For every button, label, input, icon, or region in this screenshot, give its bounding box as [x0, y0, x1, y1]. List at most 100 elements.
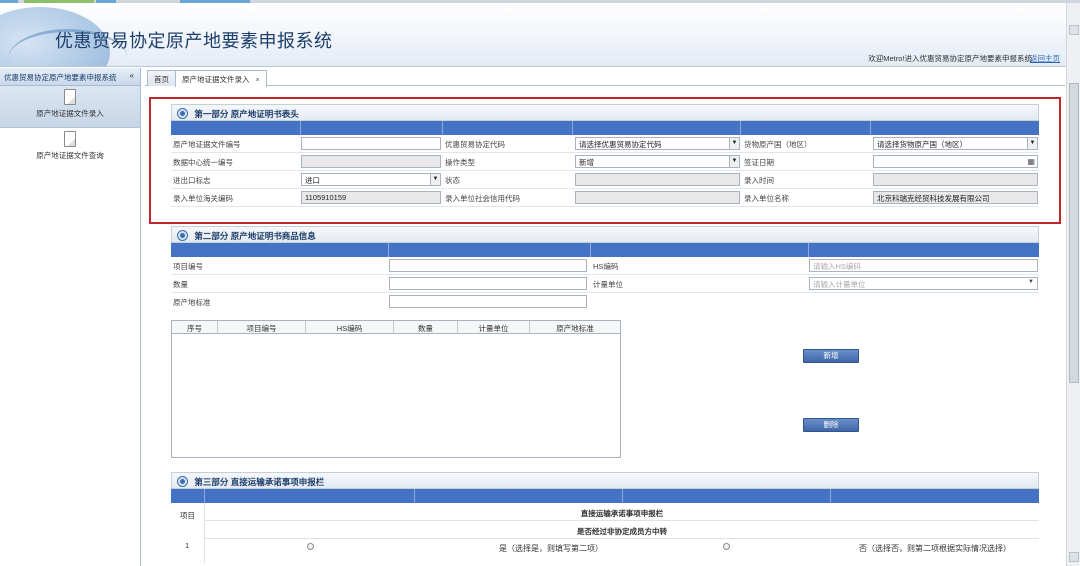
nav-header: 优惠贸易协定原产地要素申报系统 «	[0, 68, 140, 86]
entry-time-input	[873, 173, 1038, 186]
items-table-header: 序号 项目编号 HS编码 数量 计量单位 原产地标准	[172, 321, 620, 334]
unit-select[interactable]: 请输入计量单位 ▼	[809, 277, 1038, 290]
op-type-label: 操作类型	[445, 158, 475, 167]
main-content: 第一部分 原产地证明书表头 原产地证据文件编号 优惠贸易协定代码 请选择优惠贸易…	[145, 87, 1065, 566]
entry-customs-code-value: 1105910159	[305, 193, 347, 202]
part3-section: 第三部分 直接运输承诺事项申报栏 项目 1 直接运输承诺事项申报栏 是否经过非协…	[171, 472, 1039, 566]
quantity-label: 数量	[173, 280, 188, 289]
col-header: 序号	[172, 321, 218, 333]
part2-section: 第二部分 原产地证明书商品信息 项目编号 HS编码 请输入HS编码 数量 计量单…	[171, 226, 1039, 458]
agreement-code-label: 优惠贸易协定代码	[445, 140, 505, 149]
nav-item-cert-query[interactable]: 原产地证据文件查询	[0, 128, 140, 170]
entry-name-value: 北京科瑞克经贸科技发展有限公司	[877, 194, 990, 203]
part1-section: 第一部分 原产地证明书表头 原产地证据文件编号 优惠贸易协定代码 请选择优惠贸易…	[171, 104, 1039, 207]
quantity-input[interactable]	[389, 277, 587, 290]
section-bullet-icon	[178, 231, 187, 240]
ie-flag-label: 进出口标志	[173, 176, 211, 185]
col-header: 原产地标准	[556, 324, 594, 333]
nav-header-label: 优惠贸易协定原产地要素申报系统	[4, 73, 117, 82]
form-row: 进出口标志 进口 ▼ 状态 录入时间	[171, 171, 1039, 189]
part2-column-band	[171, 243, 1039, 257]
form-row: 原产地标准	[171, 293, 1039, 311]
entry-name-label: 录入单位名称	[744, 194, 789, 203]
part1-title: 第一部分 原产地证明书表头	[194, 109, 299, 119]
col-header: 计量单位	[458, 321, 530, 333]
op-type-select[interactable]: 新增 ▼	[575, 155, 740, 168]
item-no-input[interactable]	[389, 259, 587, 272]
issue-date-input[interactable]: ▦	[873, 155, 1038, 168]
welcome-text: 欢迎Metro!进入优惠贸易协定原产地要素申报系统	[868, 54, 1032, 63]
close-icon[interactable]: ×	[256, 77, 260, 84]
entry-customs-code-label: 录入单位海关编码	[173, 194, 233, 203]
item-no-label: 项目编号	[173, 262, 203, 271]
agreement-code-select[interactable]: 请选择优惠贸易协定代码 ▼	[575, 137, 740, 150]
unit-placeholder: 请输入计量单位	[813, 280, 866, 289]
transit-question: 是否经过非协定成员方中转	[205, 521, 1039, 539]
part3-title: 第三部分 直接运输承诺事项申报栏	[194, 477, 325, 487]
status-label: 状态	[445, 176, 460, 185]
form-row: 数据中心统一编号 操作类型 新增 ▼ 签证日期 ▦	[171, 153, 1039, 171]
collapse-icon[interactable]: «	[130, 71, 134, 80]
dropdown-arrow-icon: ▼	[729, 138, 739, 149]
document-icon	[64, 89, 76, 105]
part3-table: 项目 1 直接运输承诺事项申报栏 是否经过非协定成员方中转 是（选择是，则填写第…	[171, 503, 1039, 563]
add-button[interactable]: 新增	[803, 349, 859, 363]
radio-no[interactable]	[723, 543, 730, 550]
part2-header: 第二部分 原产地证明书商品信息	[171, 226, 1039, 243]
part1-column-band	[171, 121, 1039, 135]
hs-code-label: HS编码	[593, 262, 619, 271]
form-row: 原产地证据文件编号 优惠贸易协定代码 请选择优惠贸易协定代码 ▼ 货物原产国（地…	[171, 135, 1039, 153]
origin-std-label: 原产地标准	[173, 298, 211, 307]
form-row: 数量 计量单位 请输入计量单位 ▼	[171, 275, 1039, 293]
origin-std-input[interactable]	[389, 295, 587, 308]
op-type-value: 新增	[579, 158, 594, 167]
home-link[interactable]: 返回主页	[1030, 53, 1060, 64]
radio-yes-label: 是（选择是，则填写第二项）	[499, 544, 603, 553]
nav-item-label: 原产地证据文件录入	[36, 109, 104, 118]
page-scrollbar[interactable]	[1066, 3, 1080, 566]
tab-label: 首页	[154, 75, 169, 84]
ie-flag-select[interactable]: 进口 ▼	[301, 173, 441, 186]
data-center-no-label: 数据中心统一编号	[173, 158, 233, 167]
unit-label: 计量单位	[593, 280, 623, 289]
part3-subheader: 直接运输承诺事项申报栏	[205, 503, 1039, 521]
col-header: 项目编号	[218, 321, 306, 333]
entry-credit-code-input	[575, 191, 740, 204]
hs-code-input[interactable]: 请输入HS编码	[809, 259, 1038, 272]
origin-country-value: 请选择货物原产国（地区）	[877, 140, 967, 149]
form-row: 录入单位海关编码 1105910159 录入单位社会信用代码 录入单位名称 北京…	[171, 189, 1039, 207]
app-header: 优惠贸易协定原产地要素申报系统 欢迎Metro!进入优惠贸易协定原产地要素申报系…	[0, 3, 1080, 67]
scroll-up-button[interactable]	[1069, 25, 1079, 35]
items-table: 序号 项目编号 HS编码 数量 计量单位 原产地标准	[171, 320, 621, 458]
cert-no-input[interactable]	[301, 137, 441, 150]
app-title: 优惠贸易协定原产地要素申报系统	[55, 31, 333, 52]
tab-bar: 首页 原产地证据文件录入 ×	[145, 70, 1065, 87]
scroll-down-button[interactable]	[1069, 552, 1079, 562]
tab-cert-entry[interactable]: 原产地证据文件录入 ×	[175, 70, 267, 87]
left-nav: 优惠贸易协定原产地要素申报系统 « 原产地证据文件录入 原产地证据文件查询	[0, 68, 141, 566]
entry-time-label: 录入时间	[744, 176, 774, 185]
part3-column-band	[171, 489, 1039, 503]
section-bullet-icon	[178, 477, 187, 486]
radio-no-label: 否（选择否，则第二项根据实际情况选择）	[859, 544, 1011, 553]
agreement-code-value: 请选择优惠贸易协定代码	[579, 140, 662, 149]
col-header: HS编码	[306, 321, 394, 333]
origin-country-select[interactable]: 请选择货物原产国（地区） ▼	[873, 137, 1038, 150]
entry-customs-code-input: 1105910159	[301, 191, 441, 204]
form-row: 项目编号 HS编码 请输入HS编码	[171, 257, 1039, 275]
hs-code-placeholder: 请输入HS编码	[813, 262, 861, 271]
part3-header: 第三部分 直接运输承诺事项申报栏	[171, 472, 1039, 489]
nav-item-cert-entry[interactable]: 原产地证据文件录入	[0, 86, 140, 128]
entry-credit-code-label: 录入单位社会信用代码	[445, 194, 520, 203]
origin-country-label: 货物原产国（地区）	[744, 140, 812, 149]
tab-home[interactable]: 首页	[147, 70, 176, 86]
dropdown-arrow-icon: ▼	[1027, 138, 1037, 149]
col-header: 数量	[394, 321, 458, 333]
delete-button[interactable]: 删除	[803, 418, 859, 432]
radio-yes[interactable]	[307, 543, 314, 550]
ie-flag-value: 进口	[305, 176, 320, 185]
calendar-icon[interactable]: ▦	[1027, 157, 1035, 166]
data-center-no-input	[301, 155, 441, 168]
cert-no-label: 原产地证据文件编号	[173, 140, 241, 149]
scroll-thumb[interactable]	[1069, 83, 1079, 383]
